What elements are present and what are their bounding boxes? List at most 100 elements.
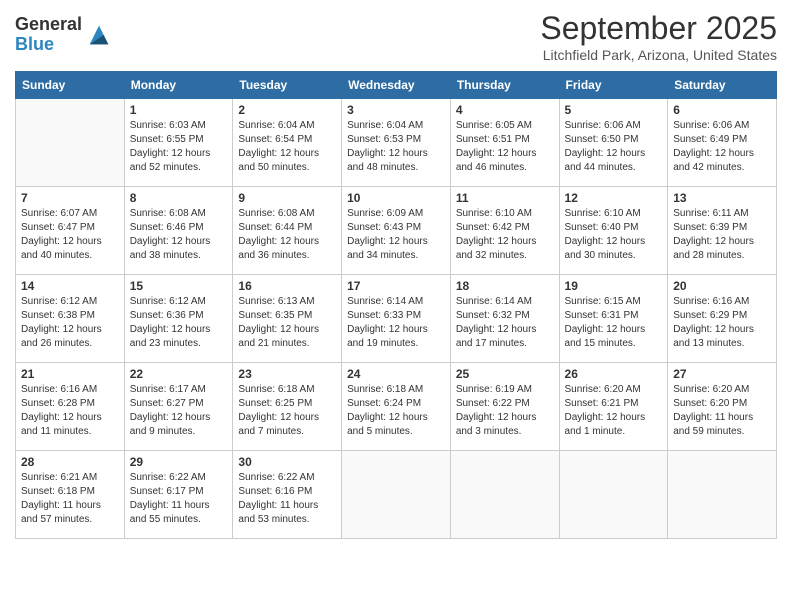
day-number: 23 — [238, 367, 336, 381]
day-number: 30 — [238, 455, 336, 469]
day-info: Sunrise: 6:03 AMSunset: 6:55 PMDaylight:… — [130, 119, 228, 175]
week-row-4: 21 Sunrise: 6:16 AMSunset: 6:28 PMDayligh… — [16, 363, 777, 451]
day-info: Sunrise: 6:22 AMSunset: 6:17 PMDaylight:… — [130, 471, 228, 527]
calendar-cell: 29 Sunrise: 6:22 AMSunset: 6:17 PMDayligh… — [124, 451, 233, 539]
day-number: 9 — [238, 191, 336, 205]
day-info: Sunrise: 6:20 AMSunset: 6:21 PMDaylight:… — [565, 383, 663, 439]
day-number: 8 — [130, 191, 228, 205]
day-info: Sunrise: 6:22 AMSunset: 6:16 PMDaylight:… — [238, 471, 336, 527]
day-info: Sunrise: 6:10 AMSunset: 6:40 PMDaylight:… — [565, 207, 663, 263]
calendar-cell: 5 Sunrise: 6:06 AMSunset: 6:50 PMDaylight… — [559, 99, 668, 187]
day-info: Sunrise: 6:20 AMSunset: 6:20 PMDaylight:… — [673, 383, 771, 439]
header: General Blue September 2025 Litchfield P… — [15, 10, 777, 63]
day-number: 25 — [456, 367, 554, 381]
calendar-cell — [450, 451, 559, 539]
day-info: Sunrise: 6:16 AMSunset: 6:29 PMDaylight:… — [673, 295, 771, 351]
day-number: 13 — [673, 191, 771, 205]
calendar-cell: 10 Sunrise: 6:09 AMSunset: 6:43 PMDayligh… — [342, 187, 451, 275]
calendar-cell — [559, 451, 668, 539]
day-info: Sunrise: 6:09 AMSunset: 6:43 PMDaylight:… — [347, 207, 445, 263]
calendar-cell — [342, 451, 451, 539]
day-header-friday: Friday — [559, 72, 668, 99]
day-info: Sunrise: 6:06 AMSunset: 6:49 PMDaylight:… — [673, 119, 771, 175]
day-number: 29 — [130, 455, 228, 469]
day-info: Sunrise: 6:19 AMSunset: 6:22 PMDaylight:… — [456, 383, 554, 439]
calendar-cell — [668, 451, 777, 539]
day-number: 12 — [565, 191, 663, 205]
day-number: 14 — [21, 279, 119, 293]
day-info: Sunrise: 6:14 AMSunset: 6:33 PMDaylight:… — [347, 295, 445, 351]
calendar-cell: 28Sunrise: 6:21 AMSunset: 6:18 PMDayligh… — [16, 451, 125, 539]
calendar-cell: 12 Sunrise: 6:10 AMSunset: 6:40 PMDayligh… — [559, 187, 668, 275]
day-header-tuesday: Tuesday — [233, 72, 342, 99]
day-info: Sunrise: 6:21 AMSunset: 6:18 PMDaylight:… — [21, 471, 119, 527]
day-info: Sunrise: 6:18 AMSunset: 6:25 PMDaylight:… — [238, 383, 336, 439]
calendar-cell: 8 Sunrise: 6:08 AMSunset: 6:46 PMDaylight… — [124, 187, 233, 275]
day-number: 20 — [673, 279, 771, 293]
day-number: 27 — [673, 367, 771, 381]
day-info: Sunrise: 6:06 AMSunset: 6:50 PMDaylight:… — [565, 119, 663, 175]
day-info: Sunrise: 6:16 AMSunset: 6:28 PMDaylight:… — [21, 383, 119, 439]
day-number: 2 — [238, 103, 336, 117]
day-info: Sunrise: 6:12 AMSunset: 6:36 PMDaylight:… — [130, 295, 228, 351]
calendar-cell: 18 Sunrise: 6:14 AMSunset: 6:32 PMDayligh… — [450, 275, 559, 363]
calendar-cell: 23 Sunrise: 6:18 AMSunset: 6:25 PMDayligh… — [233, 363, 342, 451]
day-number: 18 — [456, 279, 554, 293]
day-header-wednesday: Wednesday — [342, 72, 451, 99]
calendar-cell: 25 Sunrise: 6:19 AMSunset: 6:22 PMDayligh… — [450, 363, 559, 451]
day-info: Sunrise: 6:10 AMSunset: 6:42 PMDaylight:… — [456, 207, 554, 263]
day-number: 3 — [347, 103, 445, 117]
month-title: September 2025 — [540, 10, 777, 47]
calendar-table: SundayMondayTuesdayWednesdayThursdayFrid… — [15, 71, 777, 539]
calendar-cell: 22Sunrise: 6:17 AMSunset: 6:27 PMDayligh… — [124, 363, 233, 451]
logo-general: General — [15, 15, 82, 35]
calendar-cell: 20 Sunrise: 6:16 AMSunset: 6:29 PMDayligh… — [668, 275, 777, 363]
calendar-cell: 30 Sunrise: 6:22 AMSunset: 6:16 PMDayligh… — [233, 451, 342, 539]
day-info: Sunrise: 6:11 AMSunset: 6:39 PMDaylight:… — [673, 207, 771, 263]
day-number: 6 — [673, 103, 771, 117]
calendar-cell: 16 Sunrise: 6:13 AMSunset: 6:35 PMDayligh… — [233, 275, 342, 363]
logo: General Blue — [15, 15, 113, 55]
day-info: Sunrise: 6:08 AMSunset: 6:46 PMDaylight:… — [130, 207, 228, 263]
calendar-cell: 15 Sunrise: 6:12 AMSunset: 6:36 PMDayligh… — [124, 275, 233, 363]
calendar-cell: 7Sunrise: 6:07 AMSunset: 6:47 PMDaylight… — [16, 187, 125, 275]
day-number: 15 — [130, 279, 228, 293]
calendar-cell: 13 Sunrise: 6:11 AMSunset: 6:39 PMDayligh… — [668, 187, 777, 275]
day-number: 24 — [347, 367, 445, 381]
day-number: 22 — [130, 367, 228, 381]
day-number: 5 — [565, 103, 663, 117]
calendar-cell: 2 Sunrise: 6:04 AMSunset: 6:54 PMDaylight… — [233, 99, 342, 187]
location: Litchfield Park, Arizona, United States — [540, 47, 777, 63]
logo-icon — [85, 21, 113, 49]
day-number: 26 — [565, 367, 663, 381]
logo-blue: Blue — [15, 35, 82, 55]
day-header-sunday: Sunday — [16, 72, 125, 99]
calendar-cell: 4Sunrise: 6:05 AMSunset: 6:51 PMDaylight… — [450, 99, 559, 187]
calendar-cell — [16, 99, 125, 187]
day-info: Sunrise: 6:14 AMSunset: 6:32 PMDaylight:… — [456, 295, 554, 351]
week-row-5: 28Sunrise: 6:21 AMSunset: 6:18 PMDayligh… — [16, 451, 777, 539]
calendar-cell: 19Sunrise: 6:15 AMSunset: 6:31 PMDayligh… — [559, 275, 668, 363]
day-info: Sunrise: 6:07 AMSunset: 6:47 PMDaylight:… — [21, 207, 119, 263]
calendar-cell: 6 Sunrise: 6:06 AMSunset: 6:49 PMDaylight… — [668, 99, 777, 187]
day-number: 16 — [238, 279, 336, 293]
day-info: Sunrise: 6:15 AMSunset: 6:31 PMDaylight:… — [565, 295, 663, 351]
day-header-thursday: Thursday — [450, 72, 559, 99]
calendar-cell: 27 Sunrise: 6:20 AMSunset: 6:20 PMDayligh… — [668, 363, 777, 451]
day-info: Sunrise: 6:04 AMSunset: 6:54 PMDaylight:… — [238, 119, 336, 175]
day-number: 10 — [347, 191, 445, 205]
calendar-cell: 1 Sunrise: 6:03 AMSunset: 6:55 PMDaylight… — [124, 99, 233, 187]
days-header-row: SundayMondayTuesdayWednesdayThursdayFrid… — [16, 72, 777, 99]
day-info: Sunrise: 6:12 AMSunset: 6:38 PMDaylight:… — [21, 295, 119, 351]
day-info: Sunrise: 6:18 AMSunset: 6:24 PMDaylight:… — [347, 383, 445, 439]
day-number: 17 — [347, 279, 445, 293]
logo-text: General Blue — [15, 15, 82, 55]
calendar-cell: 14 Sunrise: 6:12 AMSunset: 6:38 PMDayligh… — [16, 275, 125, 363]
calendar-cell: 3Sunrise: 6:04 AMSunset: 6:53 PMDaylight… — [342, 99, 451, 187]
day-number: 4 — [456, 103, 554, 117]
day-info: Sunrise: 6:13 AMSunset: 6:35 PMDaylight:… — [238, 295, 336, 351]
calendar-cell: 9Sunrise: 6:08 AMSunset: 6:44 PMDaylight… — [233, 187, 342, 275]
day-number: 1 — [130, 103, 228, 117]
day-number: 21 — [21, 367, 119, 381]
calendar-cell: 11Sunrise: 6:10 AMSunset: 6:42 PMDayligh… — [450, 187, 559, 275]
